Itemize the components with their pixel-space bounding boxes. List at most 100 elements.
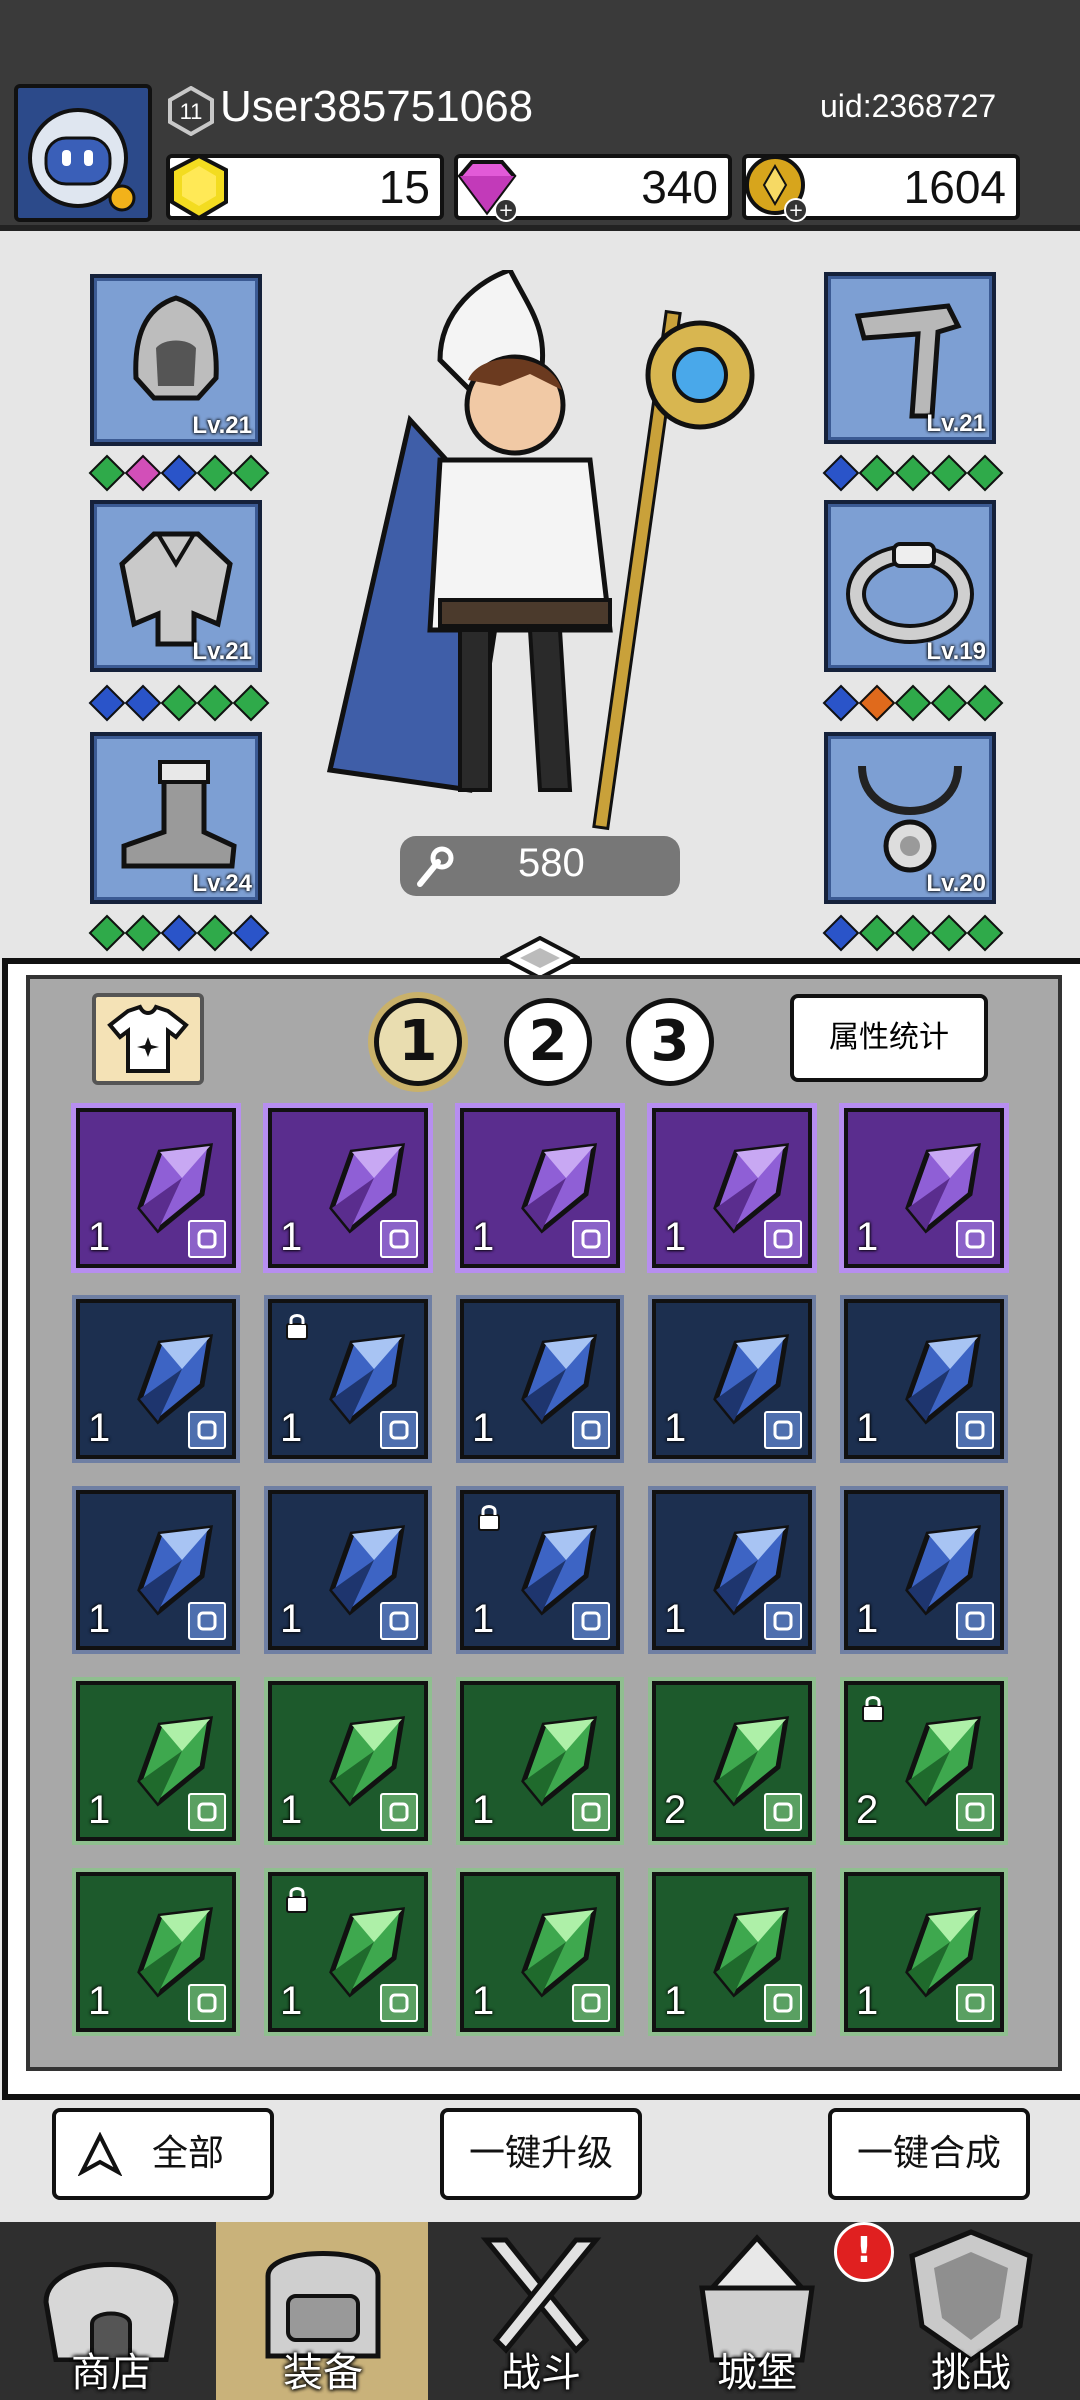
inventory-item[interactable]: 1 <box>76 1108 236 1268</box>
hero-character[interactable] <box>290 270 790 850</box>
equip-slot-ring[interactable]: Lv.19 <box>824 500 996 672</box>
panel-collapse-handle[interactable] <box>500 936 580 980</box>
pink-diamond-icon: + <box>457 160 518 222</box>
item-quantity: 1 <box>472 1979 495 2023</box>
armor-type-icon <box>380 1411 418 1449</box>
svg-text:+: + <box>498 200 513 221</box>
inventory-item[interactable]: 1 <box>268 1681 428 1841</box>
nav-label: 挑战 <box>931 2350 1011 2396</box>
slot-level: Lv.21 <box>926 410 986 437</box>
socket-gem-icon <box>822 914 860 952</box>
socket-gem-icon <box>930 454 968 492</box>
inventory-item[interactable]: 1 <box>268 1872 428 2032</box>
power-bar: 580 <box>400 836 680 896</box>
helmet-type-icon <box>572 1220 610 1258</box>
nav-equipment[interactable]: 装备 <box>218 2222 428 2400</box>
nav-battle[interactable]: 战斗 <box>436 2222 646 2400</box>
one-click-merge-button[interactable]: 一键合成 <box>828 2108 1030 2200</box>
inventory-item[interactable]: 1 <box>268 1299 428 1459</box>
nav-castle[interactable]: 城堡 <box>652 2222 862 2400</box>
inventory-item[interactable]: 1 <box>844 1299 1004 1459</box>
boots-type-icon <box>572 1793 610 1831</box>
inventory-item[interactable]: 1 <box>844 1490 1004 1650</box>
inventory-tab-1[interactable]: 1 <box>374 998 462 1086</box>
boots-type-icon <box>380 1602 418 1640</box>
item-quantity: 1 <box>856 1406 879 1450</box>
inventory-item[interactable]: 1 <box>652 1490 812 1650</box>
inventory-item[interactable]: 1 <box>460 1490 620 1650</box>
socket-gem-icon <box>160 684 198 722</box>
boots-type-icon <box>764 1411 802 1449</box>
inventory-item[interactable]: 2 <box>652 1681 812 1841</box>
inventory-item[interactable]: 1 <box>76 1299 236 1459</box>
nav-challenge[interactable]: 挑战 <box>866 2222 1076 2400</box>
inventory-item[interactable]: 2 <box>844 1681 1004 1841</box>
necklace-type-icon <box>956 1220 994 1258</box>
item-quantity: 1 <box>856 1979 879 2023</box>
inventory-item[interactable]: 1 <box>268 1490 428 1650</box>
ring-type-icon <box>188 1793 226 1831</box>
socket-gem-icon <box>160 914 198 952</box>
currency-coin[interactable]: + 1604 <box>742 154 1020 222</box>
nav-label: 战斗 <box>501 2350 581 2396</box>
inventory-item[interactable]: 1 <box>652 1872 812 2032</box>
socket-gem-icon <box>124 684 162 722</box>
slot-level: Lv.21 <box>192 412 252 439</box>
helmet-type-icon <box>956 1602 994 1640</box>
avatar[interactable] <box>14 84 152 222</box>
svg-text:+: + <box>788 200 803 221</box>
one-click-upgrade-button[interactable]: 一键升级 <box>440 2108 642 2200</box>
equip-slot-armor[interactable]: Lv.21 <box>90 500 262 672</box>
inventory-item[interactable]: 1 <box>268 1108 428 1268</box>
inventory-item[interactable]: 1 <box>460 1299 620 1459</box>
inventory-item[interactable]: 1 <box>652 1108 812 1268</box>
inventory-tab-2[interactable]: 2 <box>504 998 592 1086</box>
ring-type-icon <box>188 1411 226 1449</box>
boots-type-icon <box>380 1793 418 1831</box>
inventory-tab-3[interactable]: 3 <box>626 998 714 1086</box>
inventory-item[interactable]: 1 <box>844 1108 1004 1268</box>
socket-gem-icon <box>966 914 1004 952</box>
inventory-item[interactable]: 1 <box>76 1490 236 1650</box>
item-quantity: 1 <box>280 1788 303 1832</box>
item-quantity: 1 <box>856 1215 879 1259</box>
socket-gem-icon <box>858 454 896 492</box>
socket-gem-icon <box>894 684 932 722</box>
equip-slot-necklace[interactable]: Lv.20 <box>824 732 996 904</box>
inventory-item[interactable]: 1 <box>652 1299 812 1459</box>
equip-slot-helmet[interactable]: Lv.21 <box>90 274 262 446</box>
appearance-button[interactable] <box>92 993 204 1085</box>
inventory-item[interactable]: 1 <box>76 1681 236 1841</box>
socket-gem-icon <box>966 454 1004 492</box>
equip-slot-weapon[interactable]: Lv.21 <box>824 272 996 444</box>
inventory-item[interactable]: 1 <box>460 1872 620 2032</box>
item-quantity: 1 <box>280 1979 303 2023</box>
gold-gem-value: 15 <box>378 161 430 213</box>
filter-all-button[interactable]: 全部 <box>52 2108 274 2200</box>
socket-gem-icon <box>196 454 234 492</box>
item-quantity: 1 <box>472 1597 495 1641</box>
socket-gem-icon <box>232 914 270 952</box>
inventory-item[interactable]: 1 <box>844 1872 1004 2032</box>
gem-row-necklace <box>822 914 1004 952</box>
gem-row-armor <box>88 684 270 722</box>
level-badge: 11 <box>166 85 216 137</box>
gem-row-ring <box>822 684 1004 722</box>
inventory-item[interactable]: 1 <box>76 1872 236 2032</box>
shirt-icon <box>107 1004 189 1073</box>
inventory-item[interactable]: 1 <box>460 1681 620 1841</box>
socket-gem-icon <box>88 684 126 722</box>
nav-shop[interactable]: 商店 <box>6 2222 216 2400</box>
currency-gold-gem[interactable]: 15 <box>166 153 444 221</box>
filter-label: 全部 <box>152 2133 225 2174</box>
item-quantity: 1 <box>472 1406 495 1450</box>
inventory-item[interactable]: 1 <box>460 1108 620 1268</box>
stats-button[interactable]: 属性统计 <box>790 994 988 1082</box>
socket-gem-icon <box>930 914 968 952</box>
helmet-type-icon <box>764 1602 802 1640</box>
slot-level: Lv.24 <box>192 870 252 897</box>
equip-slot-boots[interactable]: Lv.24 <box>90 732 262 904</box>
inventory-grid: 1 1 1 1 1 1 1 1 1 1 1 1 1 1 1 1 1 1 2 2 1 1 1 1 1 <box>76 1108 1008 2038</box>
filter-triangle-icon <box>78 2132 122 2176</box>
currency-diamond[interactable]: + 340 <box>454 154 732 222</box>
